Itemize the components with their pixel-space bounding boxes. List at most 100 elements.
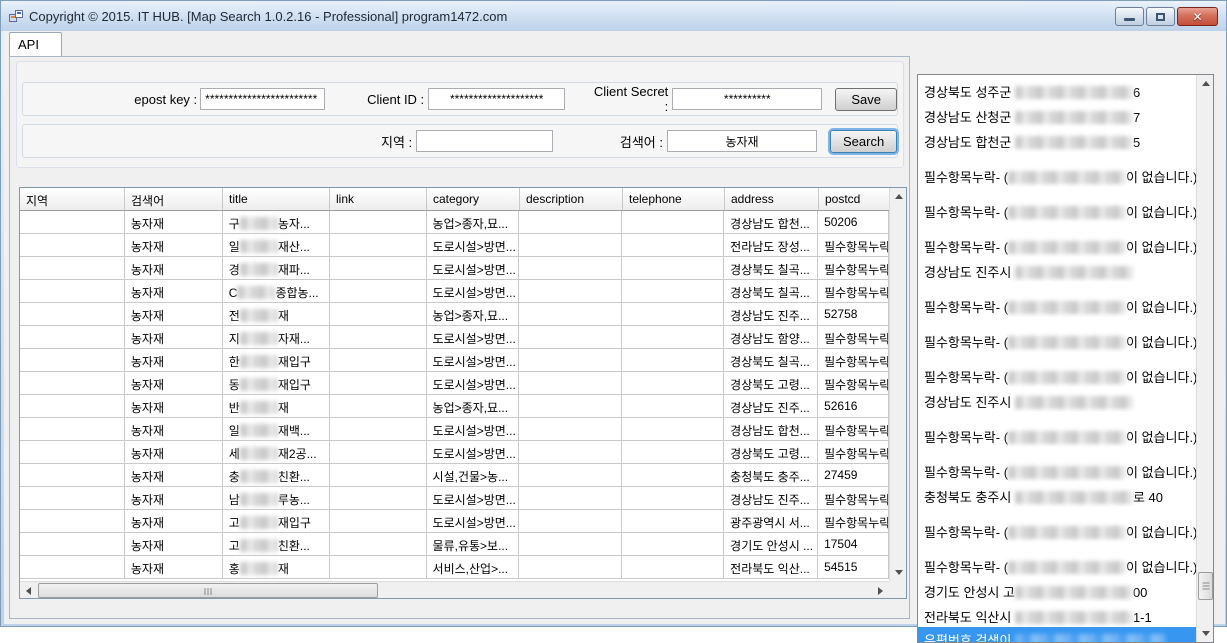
search-button[interactable]: Search <box>830 130 897 153</box>
table-row[interactable]: 농자재고친환...물류,유통>보...경기도 안성시 ...17504 <box>20 533 889 556</box>
table-cell <box>330 464 427 486</box>
log-item[interactable]: 경상남도 진주시 <box>918 257 1196 282</box>
table-cell <box>20 372 125 394</box>
client-secret-label: Client Secret : <box>588 84 668 114</box>
table-cell <box>20 395 125 417</box>
table-row[interactable]: 농자재남루농...도로시설>방면...경상남도 진주...필수항목누락 <box>20 487 889 510</box>
table-cell <box>519 326 622 348</box>
log-item[interactable]: 필수항목누락- (이 없습니다.). <box>918 327 1196 352</box>
save-button[interactable]: Save <box>835 88 897 111</box>
results-grid: 지역검색어titlelinkcategorydescriptiontelepho… <box>19 187 907 599</box>
scroll-right-button[interactable] <box>872 582 889 599</box>
redacted-text <box>1008 431 1126 444</box>
log-item[interactable]: 필수항목누락- (이 없습니다.). <box>918 362 1196 387</box>
log-item[interactable]: 경상남도 합천군 5 <box>918 127 1196 152</box>
table-cell <box>519 211 622 233</box>
table-cell: 일재백... <box>223 418 330 440</box>
column-header-6[interactable]: telephone <box>623 188 725 210</box>
table-cell: 경상남도 진주... <box>724 487 818 509</box>
log-scroll-down-button[interactable] <box>1197 625 1214 642</box>
column-header-8[interactable]: postcd <box>819 188 890 210</box>
log-item[interactable]: 전라북도 익산시 1-1 <box>918 602 1196 627</box>
grid-vertical-scrollbar[interactable] <box>889 188 906 581</box>
region-input[interactable] <box>416 130 553 152</box>
table-row[interactable]: 농자재홍재서비스,산업>...전라북도 익산...54515 <box>20 556 889 579</box>
titlebar[interactable]: Copyright © 2015. IT HUB. [Map Search 1.… <box>1 1 1226 31</box>
log-item[interactable]: 필수항목누락- (이 없습니다.). <box>918 292 1196 317</box>
table-row[interactable]: 농자재지자재...도로시설>방면...경상남도 함양...필수항목누락 <box>20 326 889 349</box>
table-cell: 농자재 <box>125 234 223 256</box>
epost-key-input[interactable] <box>200 88 325 110</box>
column-header-7[interactable]: address <box>725 188 819 210</box>
table-row[interactable]: 농자재구농자...농업>종자,묘...경상남도 합천...50206 <box>20 211 889 234</box>
tab-api[interactable]: API <box>9 32 62 57</box>
log-item[interactable]: 필수항목누락- (이 없습니다.). <box>918 517 1196 542</box>
log-scroll-up-button[interactable] <box>1197 75 1214 92</box>
table-row[interactable]: 농자재일재산...도로시설>방면...전라남도 장성...필수항목누락 <box>20 234 889 257</box>
redacted-text <box>240 516 278 529</box>
scroll-left-button[interactable] <box>20 582 37 599</box>
minimize-button[interactable] <box>1115 7 1144 26</box>
horizontal-scroll-thumb[interactable] <box>38 583 378 598</box>
table-row[interactable]: 농자재일재백...도로시설>방면...경상남도 합천...필수항목누락 <box>20 418 889 441</box>
log-item[interactable]: 경상북도 성주군 6 <box>918 77 1196 102</box>
table-row[interactable]: 농자재C종합농...도로시설>방면...경상북도 칠곡...필수항목누락 <box>20 280 889 303</box>
table-cell: 농자재 <box>125 349 223 371</box>
close-button[interactable]: ✕ <box>1177 7 1218 26</box>
redacted-text <box>1015 111 1133 124</box>
table-cell: 경상남도 진주... <box>724 395 818 417</box>
table-row[interactable]: 농자재동재입구도로시설>방면...경상북도 고령...필수항목누락 <box>20 372 889 395</box>
table-row[interactable]: 농자재경재파...도로시설>방면...경상북도 칠곡...필수항목누락 <box>20 257 889 280</box>
keyword-input[interactable] <box>667 130 817 152</box>
column-header-0[interactable]: 지역 <box>20 188 125 210</box>
log-item[interactable]: 필수항목누락- (이 없습니다.). <box>918 422 1196 447</box>
redacted-text <box>1008 171 1126 184</box>
log-item[interactable]: 필수항목누락- (이 없습니다.). <box>918 457 1196 482</box>
log-item[interactable]: 경상남도 진주시 <box>918 387 1196 412</box>
scroll-down-button[interactable] <box>890 564 907 581</box>
scrollbar-corner <box>889 581 906 598</box>
table-row[interactable]: 농자재전재농업>종자,묘...경상남도 진주...52758 <box>20 303 889 326</box>
table-cell <box>20 234 125 256</box>
log-vertical-scrollbar[interactable] <box>1196 75 1213 642</box>
redacted-text <box>1008 371 1126 384</box>
table-cell <box>20 533 125 555</box>
column-header-2[interactable]: title <box>223 188 330 210</box>
client-secret-input[interactable] <box>672 88 822 110</box>
table-cell <box>519 510 622 532</box>
table-cell: 50206 <box>818 211 889 233</box>
table-cell: 광주광역시 서... <box>724 510 818 532</box>
log-item[interactable]: 필수항목누락- (이 없습니다.). <box>918 197 1196 222</box>
maximize-button[interactable] <box>1146 7 1175 26</box>
grid-horizontal-scrollbar[interactable] <box>20 581 906 598</box>
log-listbox[interactable]: 경상북도 성주군 6경상남도 산청군 7경상남도 합천군 5 필수항목누락- (이… <box>917 74 1214 643</box>
table-row[interactable]: 농자재한재입구도로시설>방면...경상북도 칠곡...필수항목누락 <box>20 349 889 372</box>
table-cell: 전라북도 익산... <box>724 556 818 578</box>
log-item[interactable]: 경기도 안성시 고00 <box>918 577 1196 602</box>
column-header-5[interactable]: description <box>520 188 623 210</box>
table-cell: 경기도 안성시 ... <box>724 533 818 555</box>
log-item[interactable]: 필수항목누락- (이 없습니다.). <box>918 162 1196 187</box>
column-header-3[interactable]: link <box>330 188 427 210</box>
table-row[interactable]: 농자재충친환...시설,건물>농...충청북도 충주...27459 <box>20 464 889 487</box>
table-cell: 농자재 <box>125 418 223 440</box>
scroll-up-button[interactable] <box>890 188 907 205</box>
log-item[interactable]: 필수항목누락- (이 없습니다.). <box>918 232 1196 257</box>
log-item[interactable]: 충청북도 충주시 로 40 <box>918 482 1196 507</box>
table-row[interactable]: 농자재고재입구도로시설>방면...광주광역시 서...필수항목누락 <box>20 510 889 533</box>
log-item[interactable]: 필수항목누락- (이 없습니다.). <box>918 552 1196 577</box>
log-item-selected[interactable]: 우편번호 검색이 <box>918 627 1196 643</box>
redacted-text <box>1015 611 1133 624</box>
table-cell <box>20 303 125 325</box>
column-header-1[interactable]: 검색어 <box>125 188 223 210</box>
column-header-4[interactable]: category <box>427 188 520 210</box>
table-cell: 필수항목누락 <box>818 234 889 256</box>
table-cell <box>20 280 125 302</box>
log-item[interactable]: 경상남도 산청군 7 <box>918 102 1196 127</box>
log-scroll-thumb[interactable] <box>1198 572 1213 600</box>
table-row[interactable]: 농자재세재2공...도로시설>방면...경상북도 고령...필수항목누락 <box>20 441 889 464</box>
client-id-input[interactable] <box>428 88 565 110</box>
redacted-text <box>1008 336 1126 349</box>
table-row[interactable]: 농자재반재농업>종자,묘...경상남도 진주...52616 <box>20 395 889 418</box>
table-cell: 도로시설>방면... <box>427 349 520 371</box>
